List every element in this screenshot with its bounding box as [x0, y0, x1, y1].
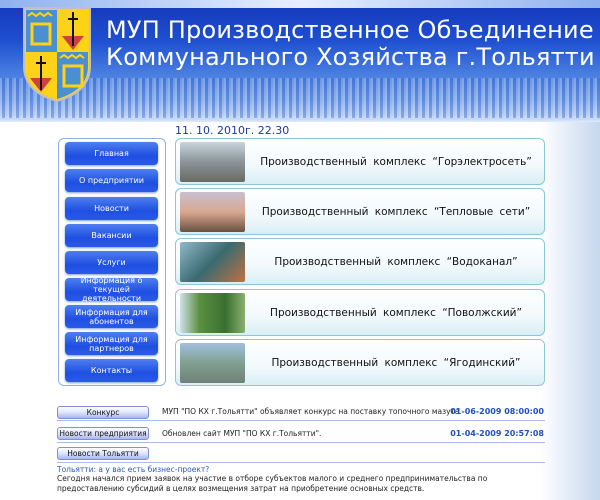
complex-card-yagodinsky[interactable]: Производственный комплекс “Ягодинский”	[175, 339, 545, 386]
news-item-date: 01-06-2009 08:00:00	[450, 407, 544, 416]
complex-label: Производственный комплекс “Водоканал”	[274, 255, 518, 268]
substation-photo	[180, 142, 245, 182]
complex-label: Производственный комплекс “Поволжский”	[270, 306, 522, 319]
chimneys-photo	[180, 192, 245, 232]
menu-home[interactable]: Главная	[65, 142, 158, 165]
coat-of-arms-logo[interactable]	[22, 6, 92, 102]
complex-label: Производственный комплекс “Горэлектросет…	[260, 155, 532, 168]
news-item-text[interactable]: Обновлен сайт МУП "ПО КХ г.Тольятти".	[162, 429, 321, 438]
complex-card-gorelektroset[interactable]: Производственный комплекс “Горэлектросет…	[175, 138, 545, 185]
complex-label: Производственный комплекс “Тепловые сети…	[261, 205, 531, 218]
menu-partners[interactable]: Информация для партнеров	[65, 332, 158, 355]
menu-contacts[interactable]: Контакты	[65, 359, 158, 382]
menu-vacancies[interactable]: Вакансии	[65, 224, 158, 247]
complex-card-heat-networks[interactable]: Производственный комплекс “Тепловые сети…	[175, 188, 545, 235]
trees-photo	[180, 293, 245, 333]
complex-card-povolzhsky[interactable]: Производственный комплекс “Поволжский”	[175, 289, 545, 336]
menu-subscribers[interactable]: Информация для абонентов	[65, 305, 158, 328]
complex-card-vodokanal[interactable]: Производственный комплекс “Водоканал”	[175, 238, 545, 285]
header-banner: МУП Производственное Объединение Коммуна…	[0, 0, 600, 122]
menu-about[interactable]: О предприятии	[65, 169, 158, 192]
current-datetime: 11. 10. 2010г. 22.30	[175, 124, 290, 137]
news-tab-company[interactable]: Новости предприятия	[57, 427, 149, 440]
news-item-date: 01-04-2009 20:57:08	[450, 429, 544, 438]
city-news-link[interactable]: Тольятти: а у вас есть бизнес-проект?	[57, 465, 209, 474]
site-title-line1: МУП Производственное Объединение	[106, 16, 594, 44]
site-title-line2: Коммунального Хозяйства г.Тольятти	[106, 43, 595, 71]
news-item-text[interactable]: МУП "ПО КХ г.Тольятти" объявляет конкурс…	[162, 407, 460, 416]
complex-label: Производственный комплекс “Ягодинский”	[271, 356, 521, 369]
boiler-house-photo	[180, 343, 245, 383]
water-plant-photo	[180, 242, 245, 282]
menu-services[interactable]: Услуги	[65, 251, 158, 274]
divider	[57, 442, 545, 443]
menu-news[interactable]: Новости	[65, 197, 158, 220]
news-tab-tolyatti[interactable]: Новости Тольятти	[57, 447, 149, 460]
main-menu: Главная О предприятии Новости Вакансии У…	[58, 138, 166, 386]
city-news-text: Сегодня начался прием заявок на участие …	[57, 474, 488, 493]
menu-current-activity[interactable]: Информация о текущей деятельности	[65, 276, 158, 303]
divider	[57, 420, 545, 421]
news-tab-tender[interactable]: Конкурс	[57, 406, 149, 419]
divider	[57, 462, 545, 463]
